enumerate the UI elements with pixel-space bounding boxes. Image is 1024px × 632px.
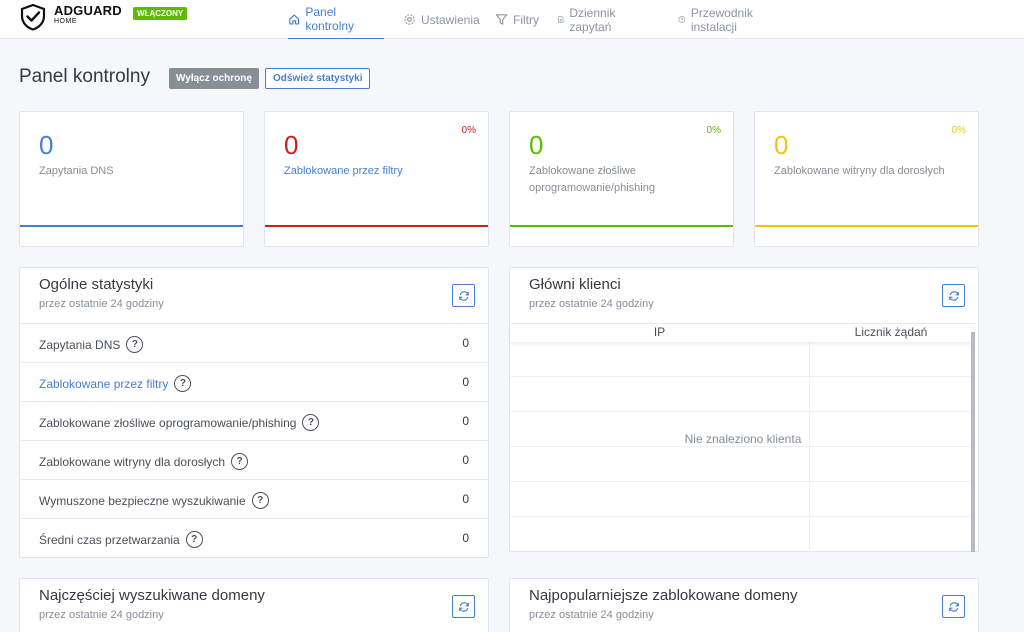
row-divider xyxy=(510,411,972,412)
top-header: ADGUARD HOME WŁĄCZONY Panel kontrolny Us… xyxy=(0,0,1024,39)
stat-color-line xyxy=(510,225,733,227)
stat-row-blocked-filters: Zablokowane przez filtry? 0 xyxy=(20,362,488,401)
panel-subtitle: przez ostatnie 24 godziny xyxy=(39,609,164,621)
panel-subtitle: przez ostatnie 24 godziny xyxy=(529,298,654,310)
row-divider xyxy=(510,481,972,482)
nav-item-label: Ustawienia xyxy=(421,12,480,27)
panel-title: Najczęściej wyszukiwane domeny xyxy=(39,587,265,604)
stat-label: Zapytania DNS xyxy=(39,165,114,177)
help-question-icon[interactable]: ? xyxy=(231,453,249,470)
stat-row-blocked-adult: Zablokowane witryny dla dorosłych? 0 xyxy=(20,440,488,479)
home-icon xyxy=(289,14,300,24)
refresh-button[interactable] xyxy=(942,595,965,618)
stat-row-dns-queries: Zapytania DNS? 0 xyxy=(20,323,488,362)
stat-label: Zablokowane witryny dla dorosłych xyxy=(774,165,945,177)
general-statistics-panel: Ogólne statystyki przez ostatnie 24 godz… xyxy=(19,267,489,558)
stat-row-blocked-malware: Zablokowane złośliwe oprogramowanie/phis… xyxy=(20,401,488,440)
stat-value: 0 xyxy=(284,130,299,160)
stat-color-line xyxy=(265,225,488,227)
filter-icon xyxy=(495,14,508,25)
stat-value: 0 xyxy=(39,130,54,160)
help-question-icon[interactable]: ? xyxy=(126,336,144,353)
top-clients-panel: Główni klienci przez ostatnie 24 godziny… xyxy=(509,267,979,553)
table-scrollbar[interactable] xyxy=(971,332,975,552)
nav-item-settings[interactable]: Ustawienia xyxy=(403,0,480,39)
disable-protection-button[interactable]: Wyłącz ochronę xyxy=(169,68,259,89)
stat-card-blocked-adult: 0 Zablokowane witryny dla dorosłych 0% xyxy=(754,111,979,247)
stat-card-blocked-filters: 0 Zablokowane przez filtry 0% xyxy=(264,111,489,247)
stat-value: 0 xyxy=(529,130,544,160)
panel-subtitle: przez ostatnie 24 godziny xyxy=(39,298,164,310)
stat-label-link[interactable]: Zablokowane przez filtry xyxy=(284,163,464,180)
panel-title: Najpopularniejsze zablokowane domeny xyxy=(529,587,798,604)
row-divider xyxy=(510,516,972,517)
nav-item-label: Przewodnik instalacji xyxy=(690,5,753,34)
page-title: Panel kontrolny xyxy=(19,66,150,87)
stat-row-label: Wymuszone bezpieczne wyszukiwanie? xyxy=(39,492,269,509)
stat-color-line xyxy=(20,225,243,227)
brand-name: ADGUARD xyxy=(54,3,122,18)
stat-row-value: 0 xyxy=(462,375,469,389)
stat-percent: 0% xyxy=(461,125,476,136)
stat-card-dns-queries: 0 Zapytania DNS xyxy=(19,111,244,247)
stat-row-label: Zapytania DNS? xyxy=(39,336,144,353)
nav-item-filters[interactable]: Filtry xyxy=(495,0,539,39)
refresh-button[interactable] xyxy=(452,284,475,307)
panel-subtitle: przez ostatnie 24 godziny xyxy=(529,609,654,621)
stat-label: Zablokowane złośliwe oprogramowanie/phis… xyxy=(529,165,655,194)
brand-subtitle: HOME xyxy=(54,18,77,25)
nav-item-label: Dziennik zapytań xyxy=(569,5,616,34)
help-question-icon[interactable]: ? xyxy=(302,414,320,431)
adguard-shield-logo[interactable] xyxy=(19,3,47,31)
nav-item-label: Panel kontrolny xyxy=(305,5,355,33)
stat-row-label: Średni czas przetwarzania? xyxy=(39,531,203,548)
nav-item-setup-guide[interactable]: Przewodnik instalacji xyxy=(678,0,758,39)
refresh-icon xyxy=(458,601,469,612)
stat-row-label: Zablokowane witryny dla dorosłych? xyxy=(39,453,249,470)
refresh-icon xyxy=(458,290,469,301)
help-circle-icon xyxy=(678,16,686,23)
column-header-request-count[interactable]: Licznik żądań xyxy=(810,324,972,342)
gear-icon xyxy=(404,14,415,25)
help-question-icon[interactable]: ? xyxy=(185,531,203,548)
refresh-icon xyxy=(948,290,959,301)
protection-status-badge: WŁĄCZONY xyxy=(133,7,188,20)
table-header: IP Licznik żądań xyxy=(510,324,972,342)
column-header-ip[interactable]: IP xyxy=(510,324,809,342)
row-divider xyxy=(510,376,972,377)
refresh-button[interactable] xyxy=(452,595,475,618)
nav-item-dashboard[interactable]: Panel kontrolny xyxy=(288,0,384,39)
stat-percent: 0% xyxy=(951,125,966,136)
stat-row-label-link[interactable]: Zablokowane przez filtry? xyxy=(39,375,192,392)
stat-row-value: 0 xyxy=(462,453,469,467)
stat-card-blocked-malware: 0 Zablokowane złośliwe oprogramowanie/ph… xyxy=(509,111,734,247)
panel-title: Ogólne statystyki xyxy=(39,276,154,293)
help-question-icon[interactable]: ? xyxy=(174,375,192,392)
stat-color-line xyxy=(755,225,978,227)
stat-percent: 0% xyxy=(706,125,721,136)
top-queried-domains-panel: Najczęściej wyszukiwane domeny przez ost… xyxy=(19,578,489,632)
stat-row-avg-processing-time: Średni czas przetwarzania? 0 xyxy=(20,518,488,557)
stat-row-value: 0 xyxy=(462,492,469,506)
document-icon xyxy=(558,16,564,23)
empty-table-message: Nie znaleziono klienta xyxy=(684,432,802,446)
stat-row-value: 0 xyxy=(462,336,469,350)
stat-row-value: 0 xyxy=(462,531,469,545)
stat-value: 0 xyxy=(774,130,789,160)
nav-item-label: Filtry xyxy=(513,12,539,27)
stat-row-value: 0 xyxy=(462,414,469,428)
clients-table: IP Licznik żądań Nie znaleziono klienta xyxy=(510,323,976,553)
help-question-icon[interactable]: ? xyxy=(251,492,269,509)
row-divider xyxy=(510,446,972,447)
refresh-statistics-button[interactable]: Odśwież statystyki xyxy=(265,68,371,89)
stat-row-safe-search: Wymuszone bezpieczne wyszukiwanie? 0 xyxy=(20,479,488,518)
panel-title: Główni klienci xyxy=(529,276,621,293)
refresh-button[interactable] xyxy=(942,284,965,307)
top-blocked-domains-panel: Najpopularniejsze zablokowane domeny prz… xyxy=(509,578,979,632)
stat-row-label: Zablokowane złośliwe oprogramowanie/phis… xyxy=(39,414,320,431)
nav-item-query-log[interactable]: Dziennik zapytań xyxy=(557,0,621,39)
refresh-icon xyxy=(948,601,959,612)
